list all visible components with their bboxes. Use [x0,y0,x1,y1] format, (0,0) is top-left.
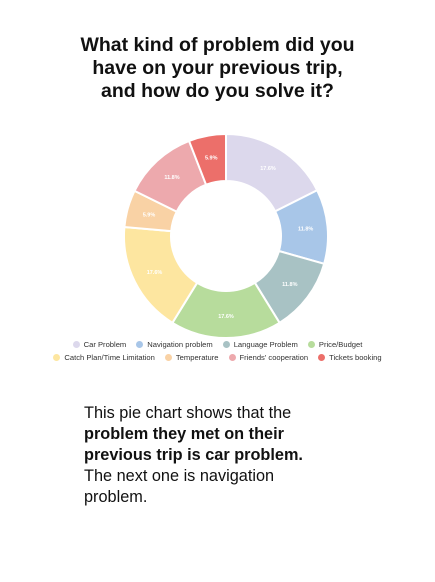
legend-swatch [228,354,236,361]
legend-item: Temperature [164,353,219,362]
slice-label: 11.8% [164,175,179,181]
slice-label: 11.8% [298,226,313,232]
description-ending: The next one is navigation problem. [84,467,275,506]
slice-label: 5.9% [205,155,218,161]
legend-item: Friends' cooperation [228,353,309,362]
legend-swatch [307,341,315,348]
legend-swatch [164,354,172,361]
slice-label: 17.6% [147,270,163,276]
legend-label: Tickets booking [329,353,382,362]
legend-swatch [136,341,144,348]
slice-label: 17.6% [218,314,234,320]
slice-label: 17.6% [260,166,276,172]
legend-swatch [222,341,230,348]
legend-label: Language Problem [233,340,298,349]
legend-swatch [53,354,61,361]
legend-swatch [72,341,80,348]
description-highlight: problem they met on their previous trip … [84,425,303,464]
legend-item: Car Problem [72,340,127,349]
legend-item: Navigation problem [136,340,213,349]
description-text: This pie chart shows that the problem th… [84,403,314,508]
legend-item: Catch Plan/Time Limitation [53,353,155,362]
legend-item: Price/Budget [307,340,363,349]
legend-label: Temperature [175,353,219,362]
legend-row: Catch Plan/Time Limitation Temperature Fri… [0,353,435,362]
legend-label: Catch Plan/Time Limitation [64,353,155,362]
legend-item: Tickets booking [318,353,382,362]
legend-label: Car Problem [83,340,127,349]
donut-chart: 17.6% 11.8% 11.8% 17.6% 17.6% 5.9% 11.8% 5.9% [123,132,329,339]
slice-label: 5.9% [143,212,156,218]
description-intro: This pie chart shows that the [84,404,292,422]
legend-label: Friends' cooperation [239,353,309,362]
legend-swatch [318,354,326,361]
chart-legend: Car Problem Navigation problem Language Pr… [0,340,435,366]
legend-label: Price/Budget [318,340,363,349]
legend-label: Navigation problem [147,340,213,349]
legend-row: Car Problem Navigation problem Language Pr… [0,340,435,349]
slice-label: 11.8% [282,282,297,288]
legend-item: Language Problem [222,340,298,349]
